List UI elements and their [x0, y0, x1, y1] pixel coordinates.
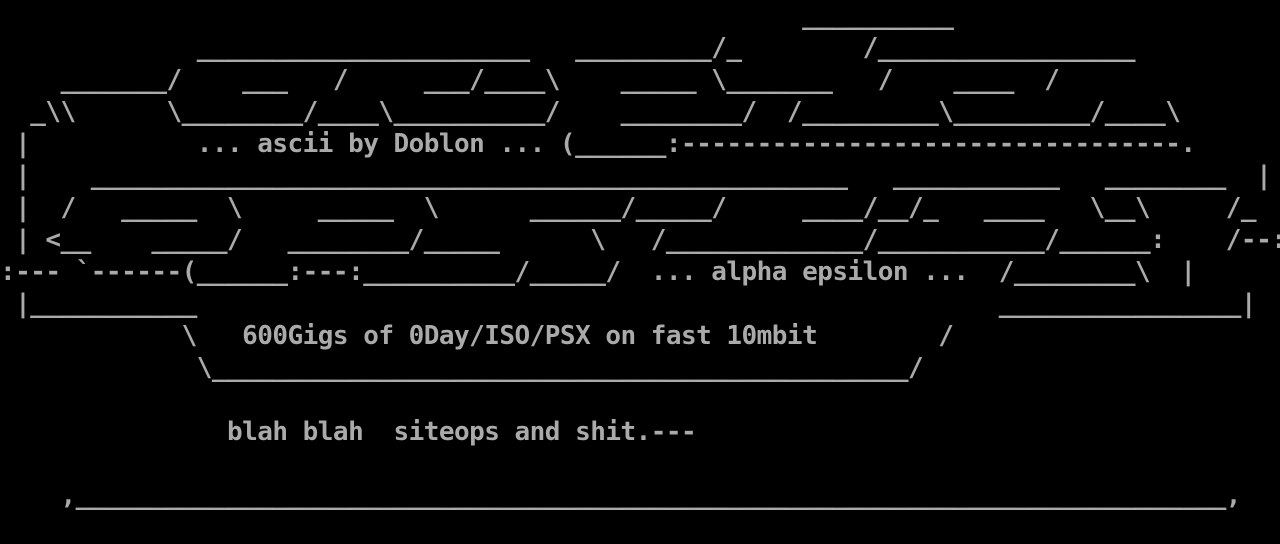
ascii-site-name-line: :--- `------(______:---:__________/_____… — [0, 257, 1196, 287]
ascii-line: _______/ ___ / ___/____\ _____ \_______ … — [0, 65, 1060, 95]
ascii-line: __________ — [0, 1, 954, 31]
ascii-line: | ______________________________________… — [0, 161, 1272, 191]
ascii-tagline-line: \ 600Gigs of 0Day/ISO/PSX on fast 10mbit… — [0, 321, 954, 351]
ascii-blank-line — [0, 384, 1280, 416]
ascii-blank-line — [0, 448, 1280, 480]
ascii-siteops-line: blah blah siteops and shit.--- — [0, 417, 697, 447]
ascii-line: ______________________ _________/_ /____… — [0, 33, 1136, 63]
ascii-line: _\\ \________/____\__________/ ________/… — [0, 97, 1181, 127]
ascii-footer-line: ,_______________________________________… — [0, 481, 1242, 511]
ascii-line: |___________ ________________| — [0, 289, 1257, 319]
ascii-line: \_______________________________________… — [0, 353, 924, 383]
ascii-credit-line: | ... ascii by Doblon ... (______:------… — [0, 129, 1196, 159]
terminal-ascii-art: __________ ______________________ ______… — [0, 0, 1280, 544]
ascii-line: | / _____ \ _____ \ ______/_____/ ____/_… — [0, 193, 1280, 223]
ascii-line: | <__ _____/ ________/_____ \ /_________… — [0, 225, 1280, 255]
